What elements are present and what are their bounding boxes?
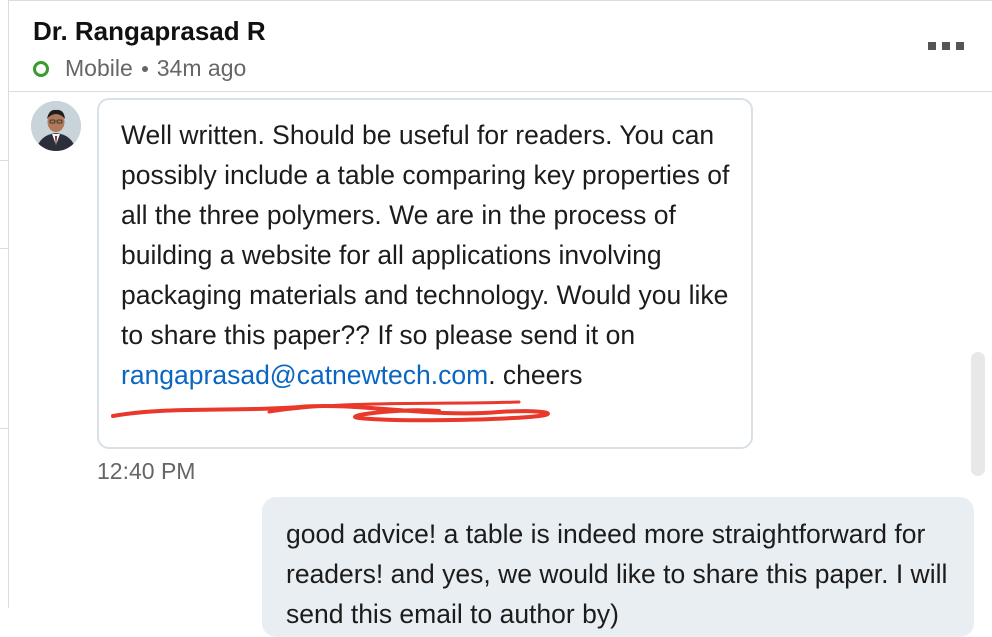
last-seen-label: 34m ago [156, 55, 247, 81]
separator-dot-icon [141, 65, 148, 72]
scrollbar-thumb[interactable] [971, 352, 985, 476]
email-link[interactable]: rangaprasad@catnewtech.com [121, 360, 488, 390]
received-message-bubble: Well written. Should be useful for reade… [97, 98, 753, 449]
contact-name[interactable]: Dr. Rangaprasad R [33, 16, 266, 47]
status-row: Mobile 34m ago [33, 55, 246, 82]
device-label: Mobile [65, 55, 133, 81]
sent-message-bubble: good advice! a table is indeed more stra… [262, 497, 974, 637]
ellipsis-icon [928, 42, 936, 50]
sender-avatar[interactable] [31, 101, 81, 151]
sent-message-text: good advice! a table is indeed more stra… [286, 519, 948, 629]
message-closing: . cheers [488, 360, 583, 390]
received-message-text: Well written. Should be useful for reade… [121, 115, 741, 395]
message-body: Well written. Should be useful for reade… [121, 120, 730, 350]
person-avatar-icon [31, 101, 81, 151]
more-options-button[interactable] [928, 42, 964, 50]
online-status-icon [33, 60, 49, 77]
conversation-header: Dr. Rangaprasad R Mobile 34m ago [9, 0, 992, 92]
message-timestamp: 12:40 PM [97, 458, 196, 484]
